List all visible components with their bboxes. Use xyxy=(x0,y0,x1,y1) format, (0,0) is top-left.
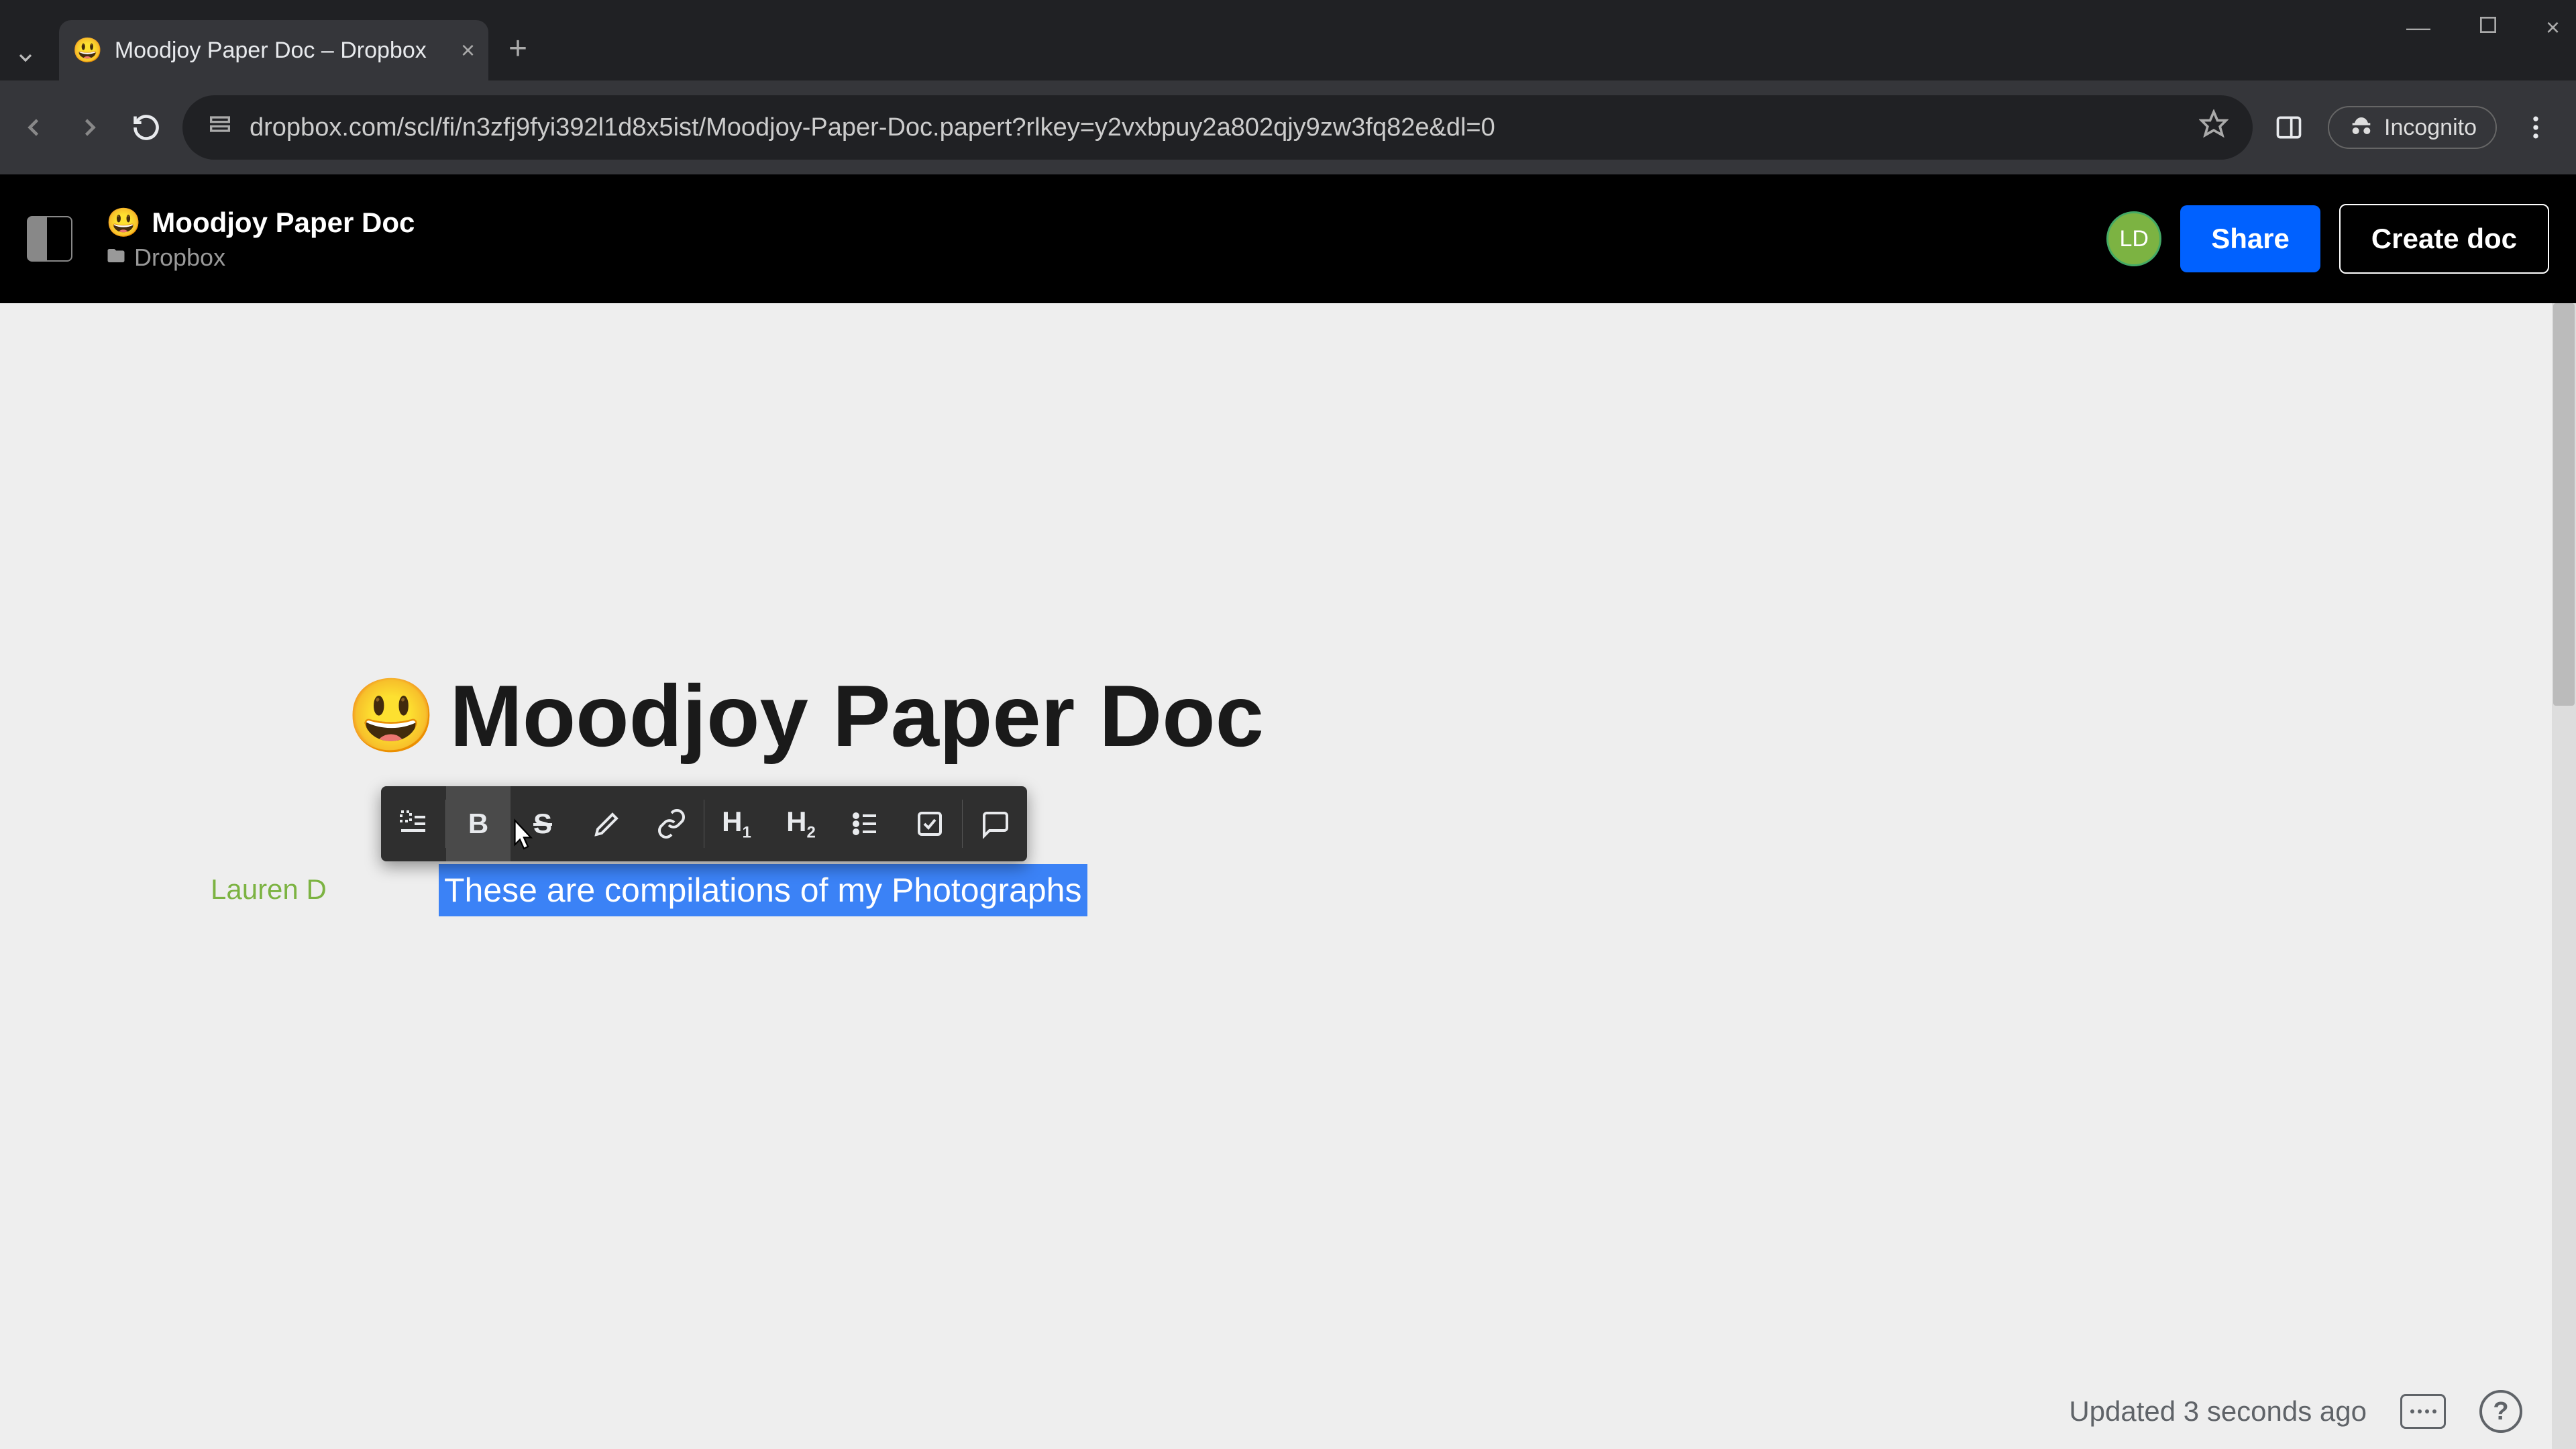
help-icon[interactable]: ? xyxy=(2479,1390,2522,1433)
breadcrumb-label: Dropbox xyxy=(134,244,225,272)
browser-tab-strip: 😃 Moodjoy Paper Doc – Dropbox × + — × xyxy=(0,0,2576,80)
tab-close-icon[interactable]: × xyxy=(461,36,475,64)
strikethrough-icon[interactable]: S xyxy=(511,786,575,861)
doc-title: Moodjoy Paper Doc xyxy=(152,207,415,239)
doc-title-row[interactable]: 😃 Moodjoy Paper Doc xyxy=(106,207,415,239)
scrollbar-track[interactable] xyxy=(2552,303,2576,1449)
incognito-label: Incognito xyxy=(2384,115,2477,141)
checkbox-icon[interactable] xyxy=(898,786,962,861)
toolbar-right-icons: Incognito xyxy=(2269,106,2563,149)
document-canvas[interactable]: 😃 Moodjoy Paper Doc B S H1 H2 xyxy=(0,303,2576,1449)
doc-meta: 😃 Moodjoy Paper Doc Dropbox xyxy=(106,207,415,272)
link-icon[interactable] xyxy=(639,786,704,861)
share-button[interactable]: Share xyxy=(2180,205,2320,272)
tab-title: Moodjoy Paper Doc – Dropbox xyxy=(115,38,449,64)
browser-tab[interactable]: 😃 Moodjoy Paper Doc – Dropbox × xyxy=(59,20,488,80)
scrollbar-thumb[interactable] xyxy=(2553,303,2575,706)
updated-text: Updated 3 seconds ago xyxy=(2069,1395,2367,1428)
bullet-list-icon[interactable] xyxy=(833,786,898,861)
back-button[interactable] xyxy=(13,107,54,148)
forward-button[interactable] xyxy=(70,107,110,148)
address-bar-row: dropbox.com/scl/fi/n3zfj9fyi392l1d8x5ist… xyxy=(0,80,2576,174)
document-content: 😃 Moodjoy Paper Doc xyxy=(346,665,1264,766)
status-bar: Updated 3 seconds ago ? xyxy=(2069,1390,2522,1433)
document-title-row[interactable]: 😃 Moodjoy Paper Doc xyxy=(346,665,1264,766)
maximize-icon[interactable] xyxy=(2477,13,2499,42)
keyboard-shortcuts-icon[interactable] xyxy=(2400,1394,2446,1429)
close-window-icon[interactable]: × xyxy=(2546,13,2560,42)
window-controls: — × xyxy=(2406,13,2560,42)
folder-icon xyxy=(106,244,126,272)
highlight-icon[interactable] xyxy=(575,786,639,861)
new-tab-button[interactable]: + xyxy=(508,30,527,67)
app-header: 😃 Moodjoy Paper Doc Dropbox LD Share Cre… xyxy=(0,174,2576,303)
breadcrumb[interactable]: Dropbox xyxy=(106,244,415,272)
h2-icon[interactable]: H2 xyxy=(769,786,833,861)
avatar[interactable]: LD xyxy=(2106,211,2161,266)
avatar-initials: LD xyxy=(2119,226,2148,252)
app-header-right: LD Share Create doc xyxy=(2106,204,2549,274)
sidebar-toggle-button[interactable] xyxy=(27,216,72,262)
site-info-icon[interactable] xyxy=(207,111,233,144)
h1-icon[interactable]: H1 xyxy=(704,786,769,861)
minimize-icon[interactable]: — xyxy=(2406,13,2430,42)
comment-icon[interactable] xyxy=(963,786,1027,861)
side-panel-icon[interactable] xyxy=(2269,107,2309,148)
url-bar[interactable]: dropbox.com/scl/fi/n3zfj9fyi392l1d8x5ist… xyxy=(182,95,2253,160)
selected-paragraph[interactable]: These are compilations of my Photographs xyxy=(439,864,1087,916)
doc-emoji-icon: 😃 xyxy=(106,207,141,239)
formatting-toolbar: B S H1 H2 xyxy=(381,786,1027,861)
document-title: Moodjoy Paper Doc xyxy=(449,665,1263,766)
browser-menu-icon[interactable] xyxy=(2516,107,2556,148)
bookmark-star-icon[interactable] xyxy=(2199,109,2229,146)
author-label: Lauren D xyxy=(211,873,327,906)
text-style-icon[interactable] xyxy=(381,786,445,861)
create-doc-button[interactable]: Create doc xyxy=(2339,204,2549,274)
reload-button[interactable] xyxy=(126,107,166,148)
tabs-menu-chevron[interactable] xyxy=(5,38,46,78)
incognito-indicator[interactable]: Incognito xyxy=(2328,106,2497,149)
tab-favicon: 😃 xyxy=(72,36,103,64)
url-text: dropbox.com/scl/fi/n3zfj9fyi392l1d8x5ist… xyxy=(250,113,2183,142)
bold-icon[interactable]: B xyxy=(446,786,511,861)
document-title-emoji: 😃 xyxy=(346,674,436,759)
